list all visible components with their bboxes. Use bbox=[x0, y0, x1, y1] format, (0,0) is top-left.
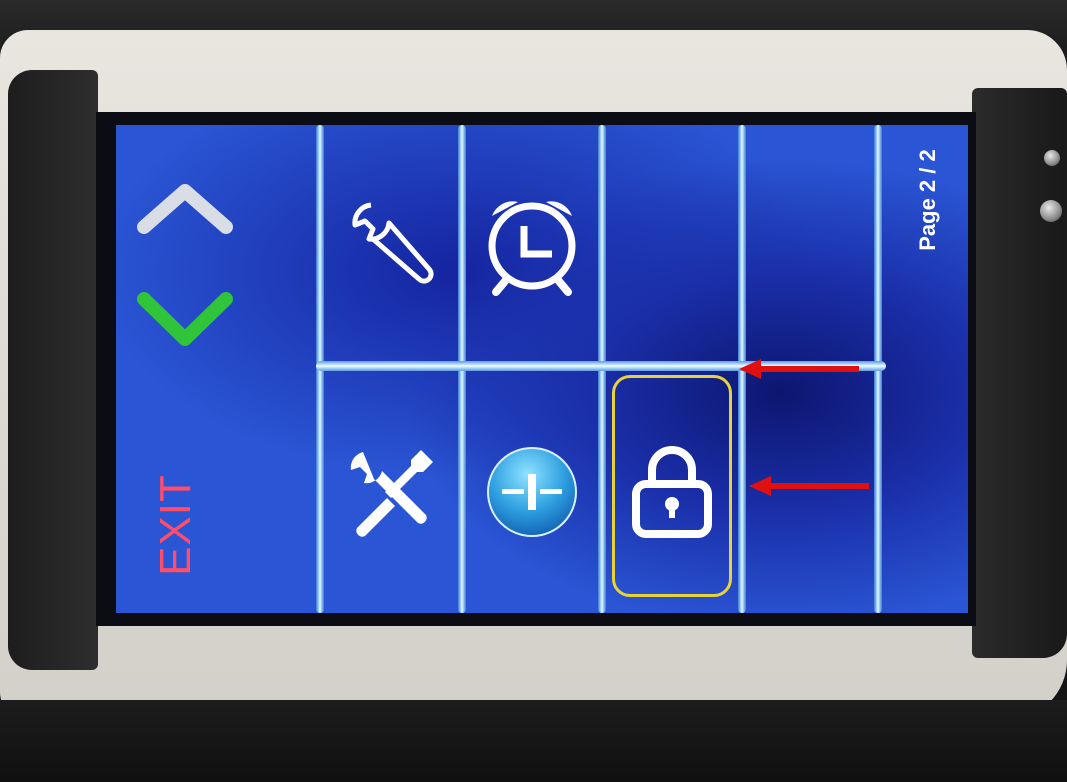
chevron-up-icon bbox=[137, 184, 233, 234]
device-housing-bottom bbox=[0, 700, 1067, 782]
info-button[interactable] bbox=[466, 371, 598, 613]
exit-button[interactable]: EXIT bbox=[146, 465, 206, 585]
wrench-icon bbox=[352, 202, 434, 284]
tools-button[interactable] bbox=[324, 371, 458, 613]
info-icon bbox=[487, 447, 577, 537]
status-led-icon bbox=[1044, 150, 1060, 166]
empty-slot bbox=[606, 125, 738, 361]
chevron-down-icon bbox=[137, 292, 233, 346]
page-indicator-label: Page 2 / 2 bbox=[915, 149, 941, 251]
page-up-button[interactable] bbox=[130, 177, 240, 237]
alarm-clock-button[interactable] bbox=[466, 125, 598, 361]
device-grip-right bbox=[972, 88, 1067, 658]
annotation-arrow-icon bbox=[739, 359, 859, 379]
selection-highlight bbox=[612, 375, 732, 597]
device-grip-left bbox=[8, 70, 98, 670]
alarm-clock-icon bbox=[488, 201, 576, 296]
wrench-button[interactable] bbox=[324, 125, 458, 361]
annotation-arrow-icon bbox=[749, 476, 869, 496]
tools-icon bbox=[350, 450, 433, 537]
page-down-button[interactable] bbox=[130, 285, 240, 355]
exit-label: EXIT bbox=[151, 474, 201, 576]
status-led-icon bbox=[1040, 200, 1062, 222]
empty-slot bbox=[746, 125, 874, 361]
page-indicator: Page 2 / 2 bbox=[908, 135, 948, 265]
